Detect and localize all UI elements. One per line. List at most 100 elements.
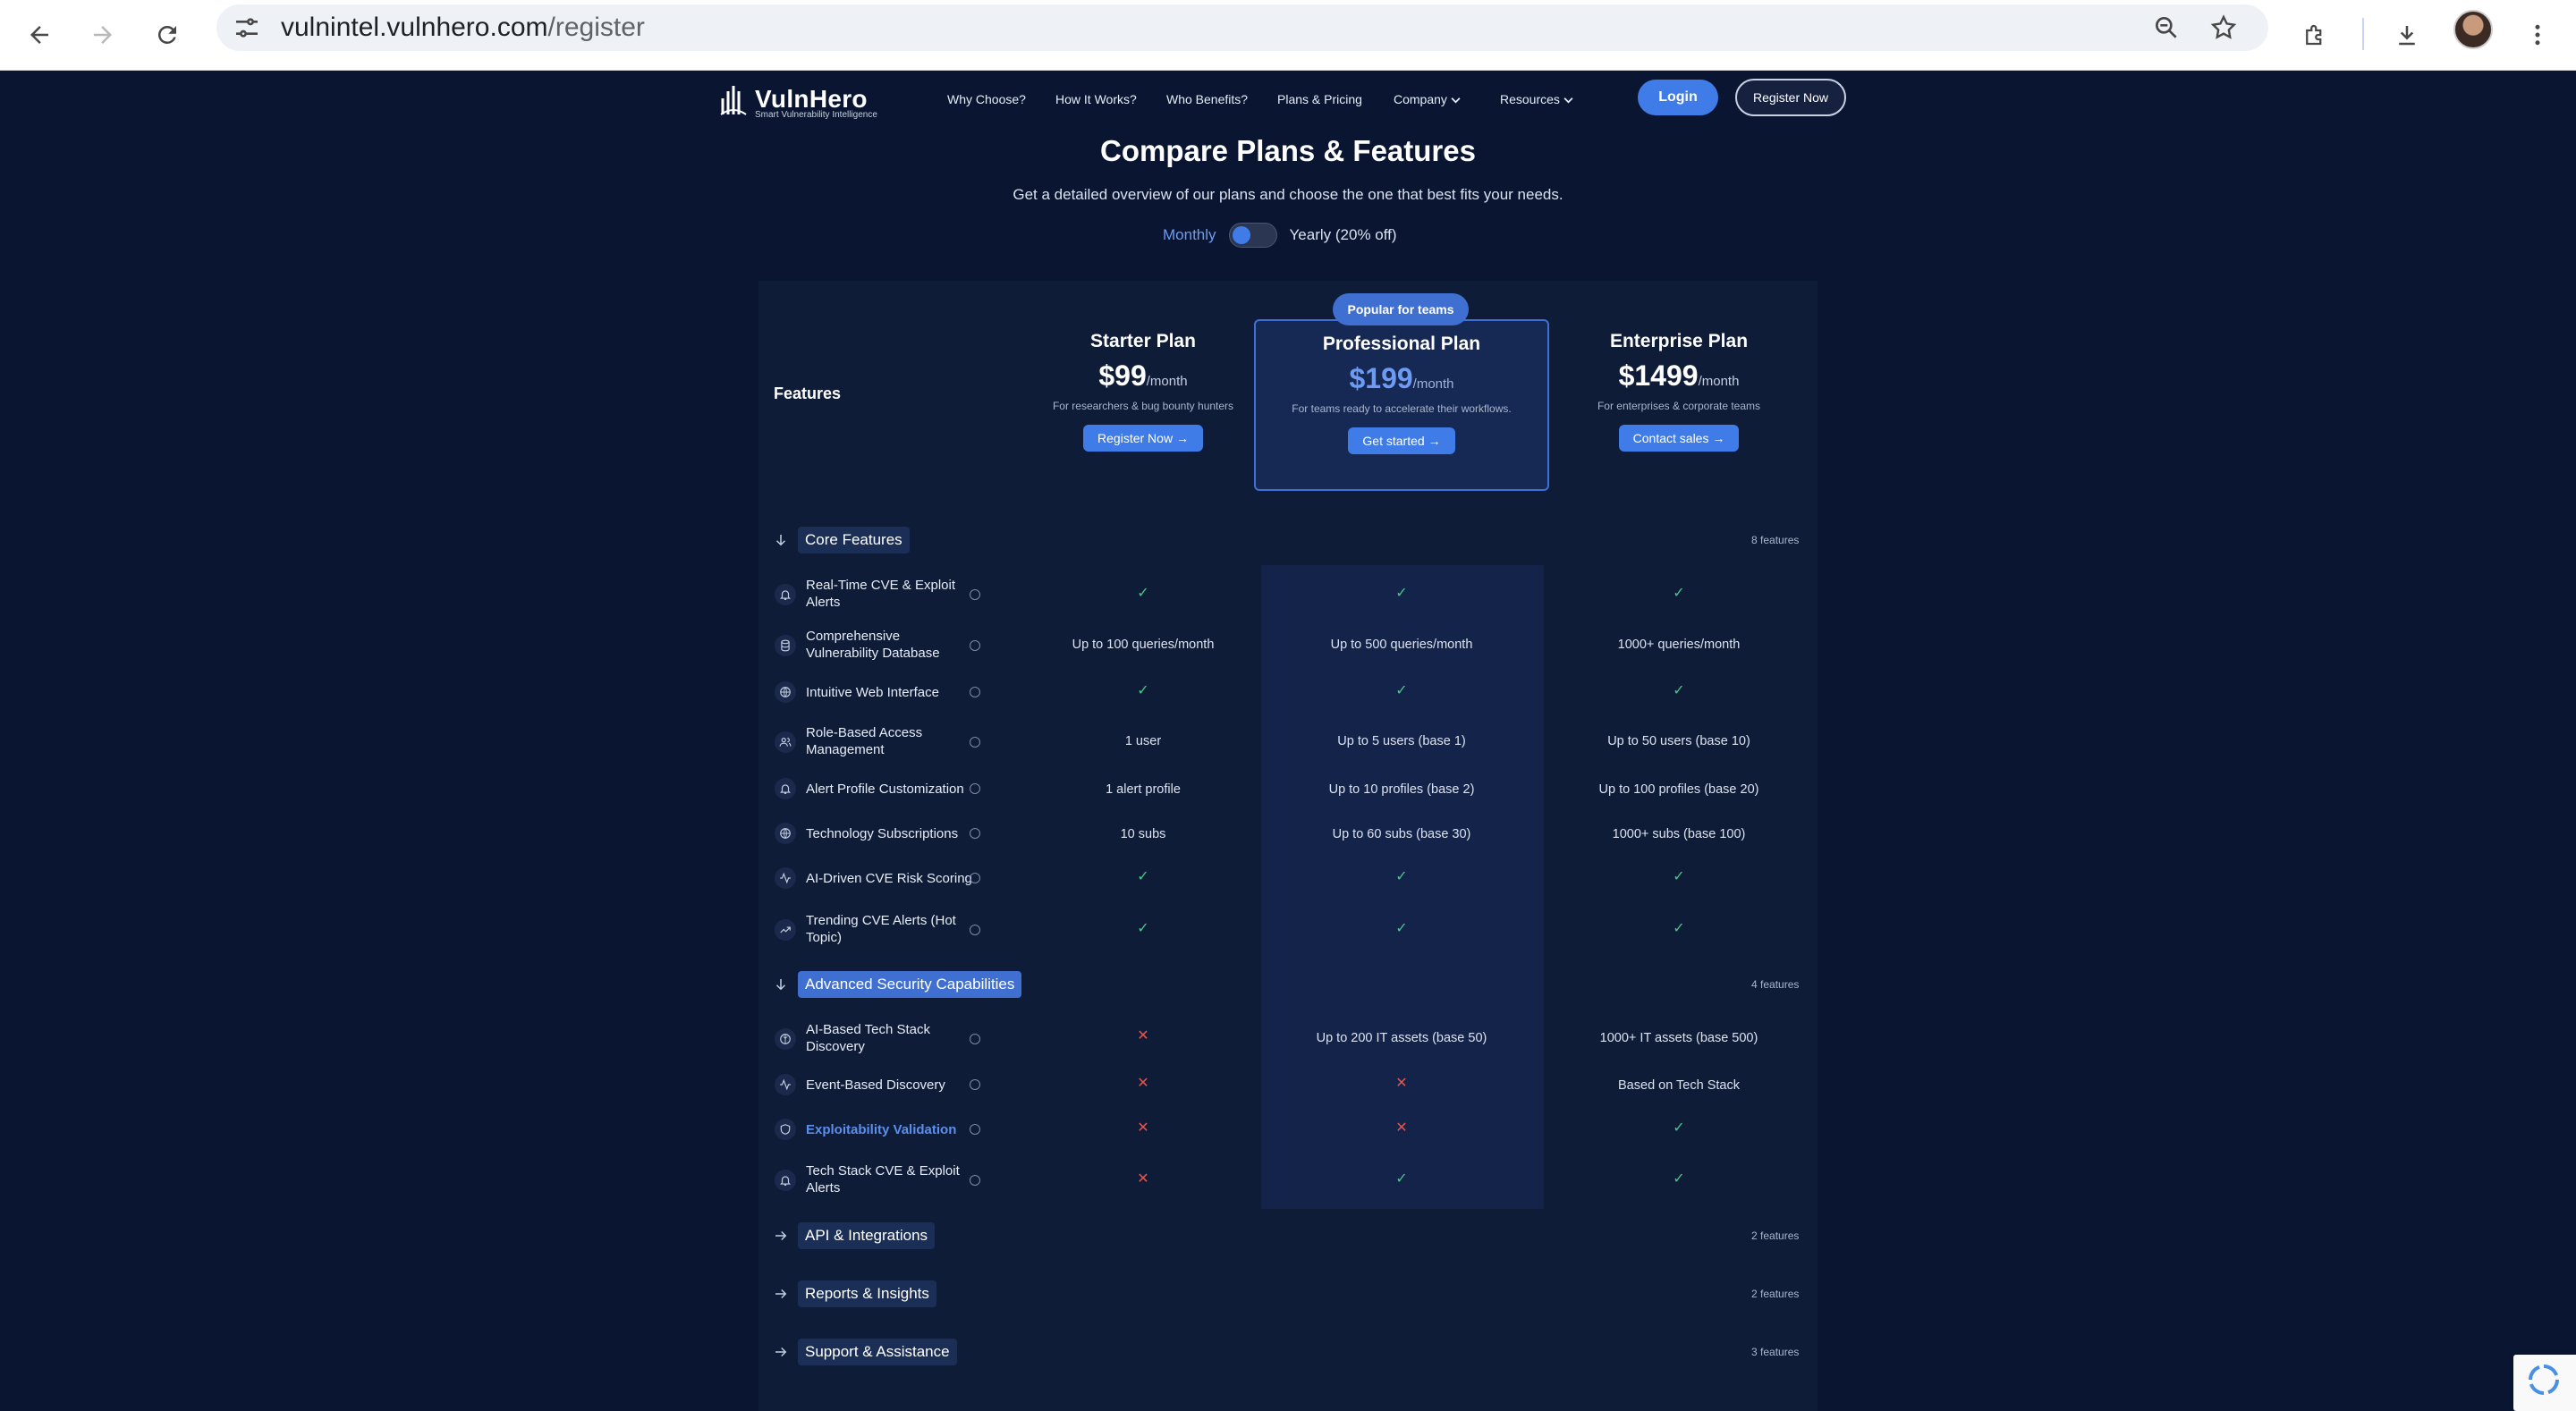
back-button[interactable] (15, 11, 64, 59)
section-count: 2 features (1751, 1288, 1800, 1300)
feature-name-link[interactable]: Exploitability Validation (806, 1121, 967, 1138)
url-text[interactable]: vulnintel.vulnhero.com/register (281, 13, 645, 42)
feature-row: Exploitability Validation ✕ ✕ ✓ (775, 1119, 1803, 1140)
downloads-button[interactable] (2383, 11, 2431, 59)
starter-value: ✓ (1009, 681, 1277, 699)
info-icon[interactable] (970, 737, 980, 748)
check-icon: ✓ (1395, 683, 1408, 698)
plan-price: $199/month (1256, 362, 1547, 395)
section-support-assistance[interactable]: Support & Assistance (773, 1337, 957, 1367)
section-label: Support & Assistance (798, 1339, 957, 1365)
check-icon: ✓ (1137, 683, 1149, 698)
menu-button[interactable] (2513, 11, 2562, 59)
nav-resources[interactable]: Resources (1500, 92, 1573, 106)
info-icon[interactable] (970, 783, 980, 794)
plan-description: For enterprises & corporate teams (1597, 400, 1761, 412)
info-icon[interactable] (970, 1079, 980, 1090)
check-icon: ✓ (1673, 683, 1685, 698)
reload-icon (157, 25, 176, 44)
monthly-label[interactable]: Monthly (1163, 226, 1216, 244)
enterprise-value: ✓ (1545, 1119, 1813, 1136)
check-icon: ✓ (1395, 1171, 1408, 1187)
feature-row: Role-Based Access Management 1 user Up t… (775, 724, 1803, 760)
globe-icon (775, 681, 796, 703)
section-core-features[interactable]: Core Features (773, 525, 910, 555)
professional-value: ✕ (1267, 1119, 1536, 1136)
more-vertical-icon (2535, 24, 2540, 46)
cross-icon: ✕ (1395, 1120, 1408, 1136)
info-icon[interactable] (970, 1124, 980, 1135)
professional-value: ✓ (1267, 584, 1536, 602)
features-heading: Features (774, 384, 842, 402)
starter-plan-header: Starter Plan $99/month For researchers &… (1009, 331, 1277, 452)
site-info-icon[interactable] (233, 13, 261, 42)
check-icon: ✓ (1137, 586, 1149, 601)
plan-name: Enterprise Plan (1609, 331, 1749, 351)
cross-icon: ✕ (1137, 1120, 1149, 1136)
billing-toggle[interactable] (1228, 223, 1277, 248)
nav-why-choose[interactable]: Why Choose? (947, 92, 1026, 106)
nav-plans-pricing[interactable]: Plans & Pricing (1277, 92, 1362, 106)
info-icon[interactable] (970, 589, 980, 600)
extensions-button[interactable] (2291, 11, 2339, 59)
professional-value: ✓ (1267, 681, 1536, 699)
nav-who-benefits[interactable]: Who Benefits? (1166, 92, 1248, 106)
info-icon[interactable] (970, 1034, 980, 1044)
price-amount: $1499 (1618, 359, 1699, 392)
bell-icon (775, 778, 796, 799)
forward-button[interactable] (79, 11, 127, 59)
info-icon[interactable] (970, 873, 980, 883)
info-icon[interactable] (970, 640, 980, 651)
vulnhero-logo[interactable]: VulnHero Smart Vulnerability Intelligenc… (719, 82, 877, 120)
professional-get-started-button[interactable]: Get started → (1348, 427, 1455, 454)
zoom-icon[interactable] (2152, 13, 2181, 42)
enterprise-value: ✓ (1545, 919, 1813, 937)
section-api-integrations[interactable]: API & Integrations (773, 1221, 936, 1251)
info-icon[interactable] (970, 687, 980, 697)
feature-name: Technology Subscriptions (806, 826, 959, 841)
price-period: /month (1698, 374, 1740, 389)
login-button[interactable]: Login (1638, 80, 1718, 115)
cross-icon: ✕ (1395, 1076, 1408, 1091)
nav-company[interactable]: Company (1394, 92, 1461, 106)
starter-register-button[interactable]: Register Now → (1083, 425, 1203, 452)
feature-row: Comprehensive Vulnerability Database Up … (775, 628, 1803, 663)
info-icon[interactable] (970, 1175, 980, 1186)
database-icon (775, 635, 796, 656)
enterprise-value: Based on Tech Stack (1618, 1078, 1740, 1093)
nav-how-it-works[interactable]: How It Works? (1055, 92, 1137, 106)
feature-row: Alert Profile Customization 1 alert prof… (775, 778, 1803, 799)
info-icon[interactable] (970, 828, 980, 839)
chevron-down-icon (1563, 97, 1573, 104)
feature-row: Technology Subscriptions 10 subs Up to 6… (775, 823, 1803, 844)
brain-icon (775, 1028, 796, 1050)
check-icon: ✓ (1395, 586, 1408, 601)
address-bar[interactable]: vulnintel.vulnhero.com/register (216, 4, 2268, 51)
nav-company-label: Company (1394, 92, 1447, 106)
feature-name: Event-Based Discovery (806, 1077, 945, 1093)
feature-name: Trending CVE Alerts (Hot Topic) (806, 913, 956, 945)
section-count: 3 features (1751, 1346, 1800, 1358)
globe-icon (775, 823, 796, 844)
profile-avatar[interactable] (2453, 10, 2493, 49)
toolbar-divider (2362, 18, 2364, 50)
register-now-button[interactable]: Register Now (1735, 79, 1846, 116)
section-reports-insights[interactable]: Reports & Insights (773, 1279, 936, 1309)
feature-row: Intuitive Web Interface ✓ ✓ ✓ (775, 681, 1803, 703)
yearly-label[interactable]: Yearly (20% off) (1290, 226, 1397, 244)
starter-value: 1 alert profile (1106, 782, 1181, 797)
info-icon[interactable] (970, 925, 980, 935)
feature-name: AI-Based Tech Stack Discovery (806, 1022, 930, 1054)
feature-row: Trending CVE Alerts (Hot Topic) ✓ ✓ ✓ (775, 912, 1803, 948)
check-icon: ✓ (1673, 1171, 1685, 1187)
enterprise-contact-sales-button[interactable]: Contact sales → (1618, 425, 1740, 452)
professional-plan-header: Professional Plan $199/month For teams r… (1256, 334, 1547, 454)
check-icon: ✓ (1395, 869, 1408, 884)
section-advanced-security[interactable]: Advanced Security Capabilities (773, 969, 1022, 1000)
reload-button[interactable] (143, 11, 191, 59)
users-icon (775, 731, 796, 753)
starter-value: 1 user (1124, 734, 1162, 748)
bookmark-star-icon[interactable] (2209, 13, 2238, 42)
plan-name: Professional Plan (1322, 334, 1481, 354)
recaptcha-badge[interactable] (2513, 1355, 2576, 1411)
